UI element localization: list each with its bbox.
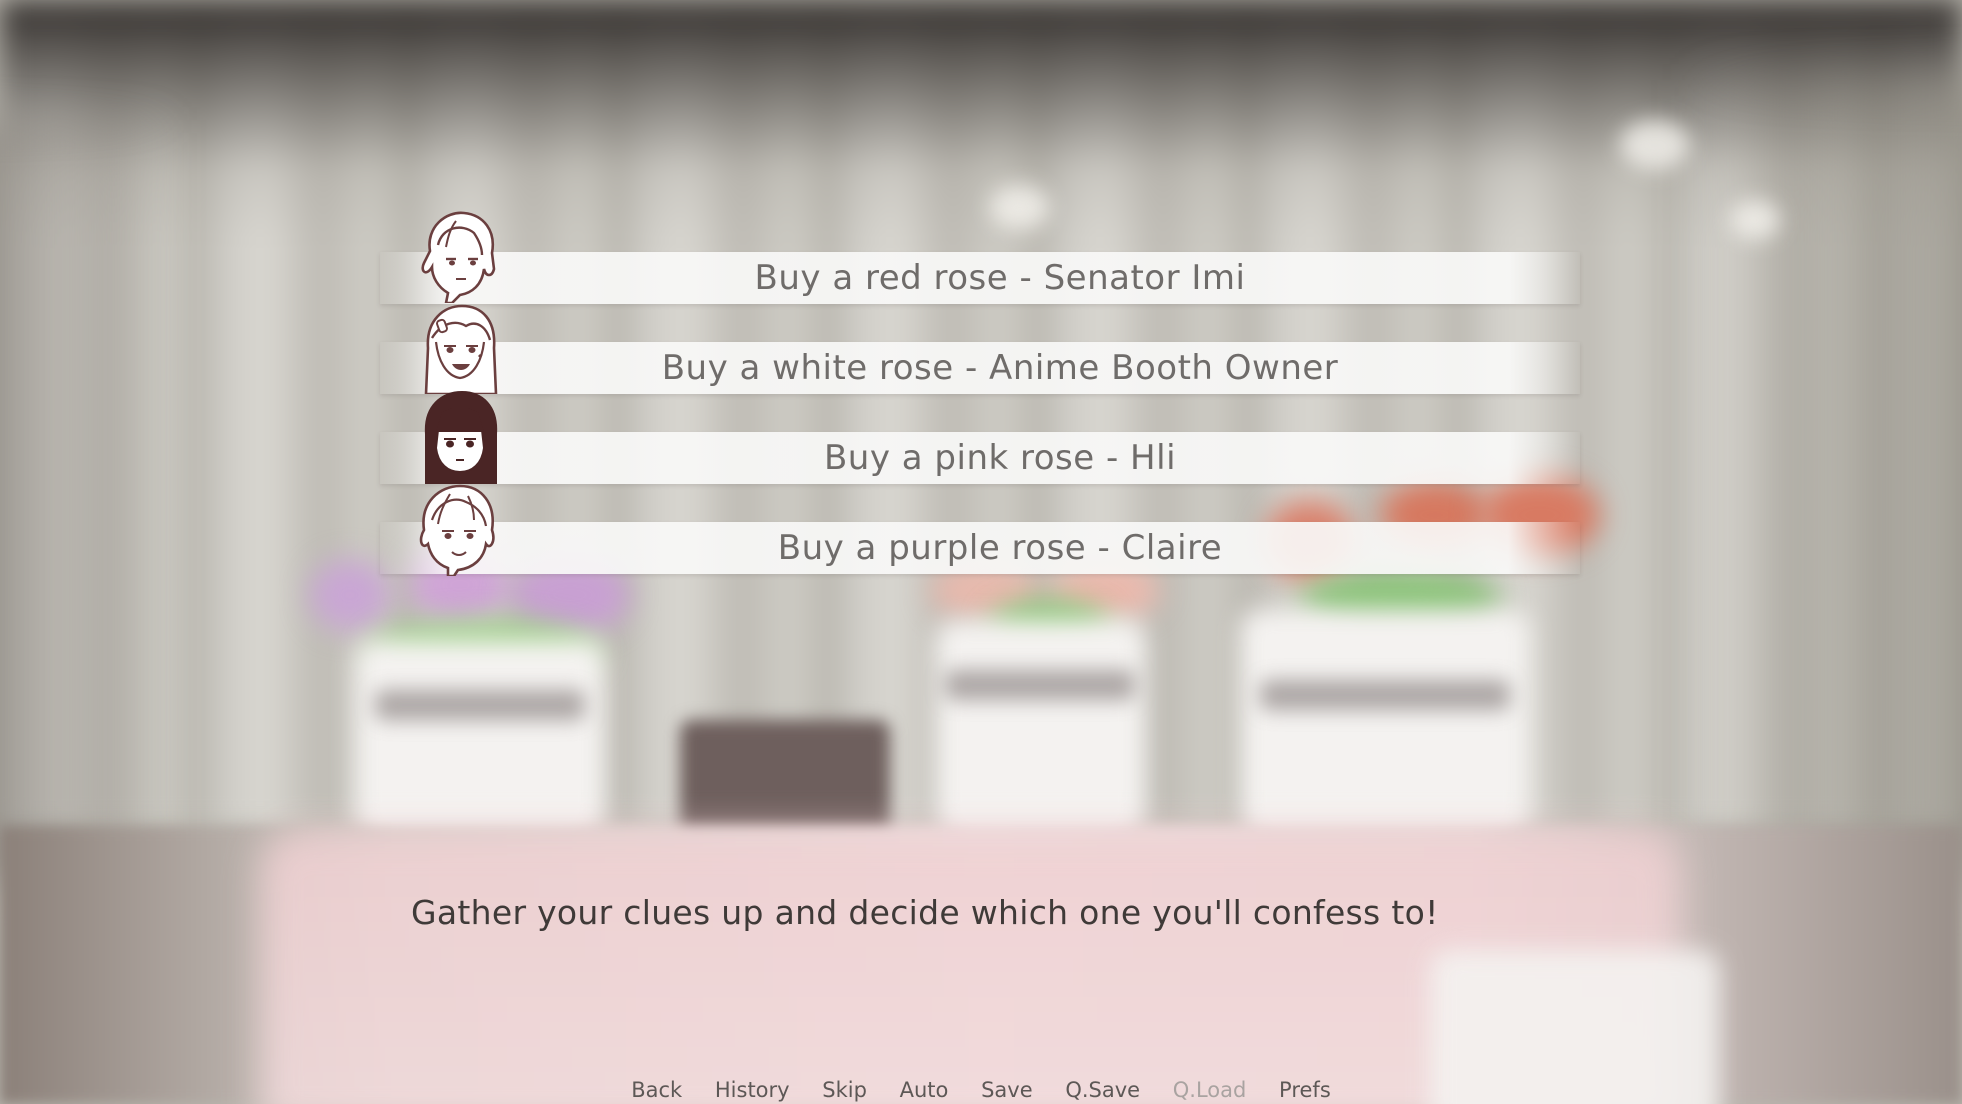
light-spot bbox=[990, 185, 1050, 230]
pot-ribbon bbox=[375, 690, 585, 720]
back-button[interactable]: Back bbox=[631, 1078, 682, 1102]
flower-pot bbox=[1240, 610, 1530, 850]
choice-label: Buy a purple rose - Claire bbox=[777, 528, 1223, 568]
pot-ribbon bbox=[1260, 680, 1510, 710]
pot-ribbon bbox=[945, 670, 1135, 700]
flower-pot bbox=[355, 640, 605, 850]
choice-label: Buy a pink rose - Hli bbox=[823, 438, 1177, 478]
skip-button[interactable]: Skip bbox=[822, 1078, 867, 1102]
wall-shadow-right bbox=[1682, 80, 1962, 880]
choice-anime-booth-owner[interactable]: Buy a white rose - Anime Booth Owner bbox=[380, 342, 1580, 394]
choice-label: Buy a red rose - Senator Imi bbox=[754, 258, 1246, 298]
auto-button[interactable]: Auto bbox=[900, 1078, 949, 1102]
save-button[interactable]: Save bbox=[981, 1078, 1033, 1102]
quick-load-button[interactable]: Q.Load bbox=[1173, 1078, 1247, 1102]
flower-pot bbox=[935, 620, 1145, 850]
wall-shadow-left bbox=[0, 120, 180, 880]
purple-flower bbox=[310, 560, 390, 630]
senator-imi-portrait-icon bbox=[421, 211, 496, 303]
light-spot bbox=[1730, 200, 1780, 240]
prefs-button[interactable]: Prefs bbox=[1279, 1078, 1331, 1102]
history-button[interactable]: History bbox=[715, 1078, 790, 1102]
quick-menu: Back History Skip Auto Save Q.Save Q.Loa… bbox=[0, 1078, 1962, 1104]
choice-senator-imi[interactable]: Buy a red rose - Senator Imi bbox=[380, 252, 1580, 304]
choice-hli[interactable]: Buy a pink rose - Hli bbox=[380, 432, 1580, 484]
choice-claire[interactable]: Buy a purple rose - Claire bbox=[380, 522, 1580, 574]
choice-label: Buy a white rose - Anime Booth Owner bbox=[661, 348, 1339, 388]
anime-booth-owner-portrait-icon bbox=[424, 304, 498, 394]
light-spot bbox=[1620, 120, 1690, 170]
claire-portrait-icon bbox=[419, 484, 495, 576]
dialogue-text: Gather your clues up and decide which on… bbox=[411, 893, 1439, 932]
hli-portrait-icon bbox=[424, 390, 498, 484]
quick-save-button[interactable]: Q.Save bbox=[1065, 1078, 1140, 1102]
